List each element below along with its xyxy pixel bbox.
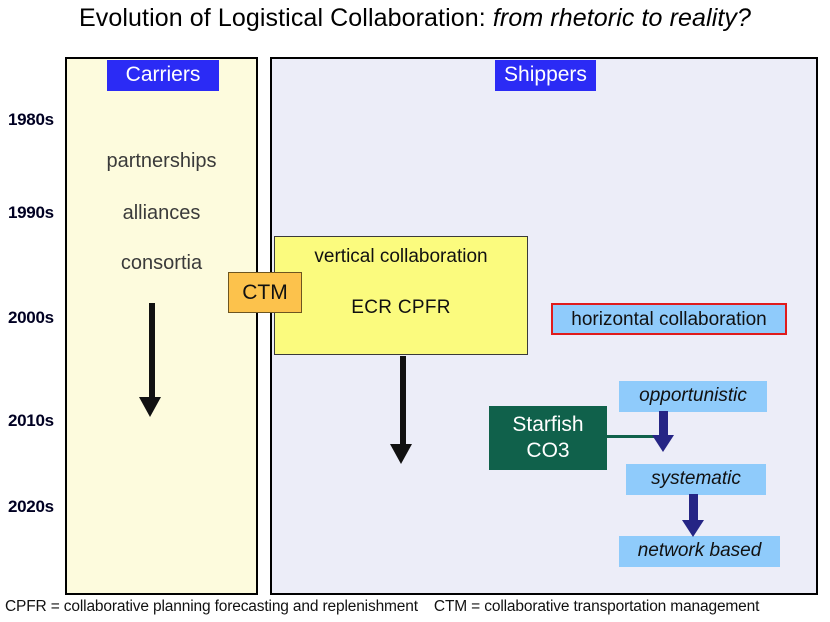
decade-label-2020s: 2020s [8,497,54,516]
decade-label-1980s: 1980s [8,110,54,129]
footnote-cpfr: CPFR = collaborative planning forecastin… [5,598,418,615]
carrier-term-partnerships: partnerships [106,150,217,172]
maturity-stage-network-based: network based [619,536,780,567]
carrier-term-alliances: alliances [122,202,201,224]
shippers-timeline-arrow-shaft [400,356,406,446]
starfish-line-1: Starfish [512,413,584,436]
maturity-arrow-2-shaft [689,494,698,522]
vertical-collaboration-subtitle: ECR CPFR [351,297,451,318]
starfish-line-2: CO3 [526,439,570,462]
maturity-arrow-2-head [682,520,704,537]
footnote: CPFR = collaborative planning forecastin… [5,598,827,616]
decade-label-2000s: 2000s [8,308,54,327]
maturity-stage-systematic: systematic [626,464,766,495]
shippers-timeline-arrow-head [390,444,412,464]
decade-label-2010s: 2010s [8,411,54,430]
carriers-timeline-arrow-head [139,397,161,417]
maturity-arrow-1-head [652,435,674,452]
page-title: Evolution of Logistical Collaboration: f… [0,4,830,33]
footnote-ctm: CTM = collaborative transportation manag… [433,598,760,615]
title-emphasis: from rhetoric to reality? [492,4,751,32]
carriers-timeline-arrow-shaft [149,303,155,399]
carriers-header-label: Carriers [107,60,219,91]
decade-label-1990s: 1990s [8,203,54,222]
ctm-box: CTM [228,272,302,313]
starfish-co3-box: Starfish CO3 [489,406,607,470]
maturity-arrow-1-shaft [659,411,668,437]
horizontal-collaboration-box: horizontal collaboration [551,303,787,335]
carriers-panel [65,57,258,595]
shippers-header-label: Shippers [495,60,596,91]
diagram-canvas: Evolution of Logistical Collaboration: f… [0,0,830,622]
vertical-collaboration-title: vertical collaboration [314,246,488,267]
maturity-stage-opportunistic: opportunistic [619,381,767,412]
title-main: Evolution of Logistical Collaboration: [78,4,493,32]
